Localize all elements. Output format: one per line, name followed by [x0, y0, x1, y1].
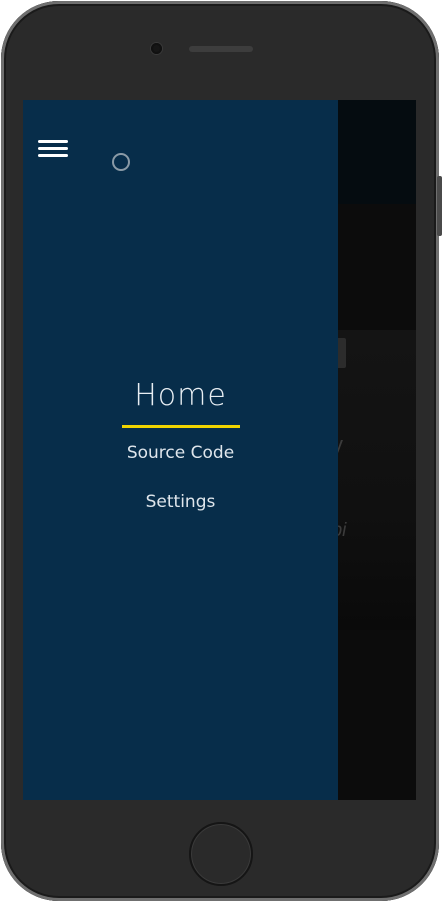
app-screen: ity api Home Source Code Settings — [23, 100, 416, 800]
drawer-nav: Home Source Code Settings — [23, 378, 338, 512]
hamburger-menu-icon[interactable] — [38, 138, 70, 162]
earpiece-speaker — [189, 46, 253, 52]
phone-frame: ity api Home Source Code Settings — [1, 1, 442, 901]
menu-bar — [38, 147, 68, 150]
menu-bar — [38, 140, 68, 143]
side-button — [437, 176, 442, 236]
active-indicator — [121, 425, 240, 428]
loading-spinner-icon — [112, 153, 130, 171]
nav-item-source-code[interactable]: Source Code — [23, 443, 338, 463]
home-button[interactable] — [189, 822, 253, 886]
navigation-drawer: Home Source Code Settings — [23, 100, 338, 800]
menu-bar — [38, 154, 68, 157]
nav-item-home[interactable]: Home — [134, 378, 227, 413]
nav-item-settings[interactable]: Settings — [23, 492, 338, 512]
front-camera — [151, 43, 162, 54]
